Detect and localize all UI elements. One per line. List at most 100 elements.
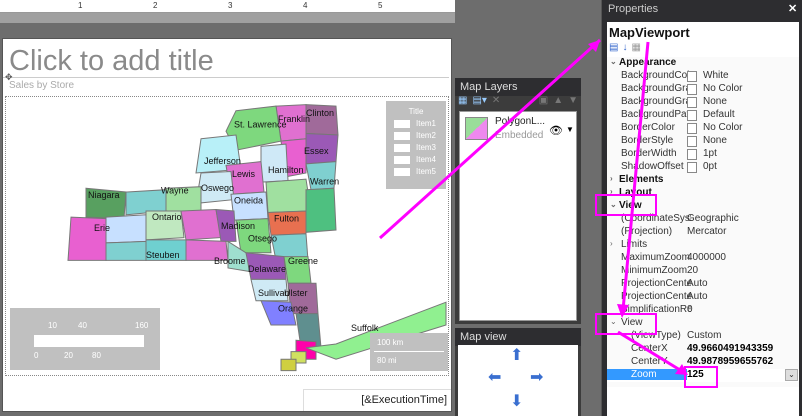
county-label: Niagara [88, 190, 120, 200]
property-value[interactable]: 4000000 [687, 252, 726, 263]
property-row[interactable]: BorderColor No Color [607, 122, 799, 135]
property-value[interactable]: 1pt [703, 148, 717, 159]
map-layers-panel: Map Layers ▦ ▤▾ ✕ ▣ ▲ ▼ PolygonL... Embe… [455, 78, 581, 324]
ruler-tick: 3 [228, 1, 233, 10]
property-row[interactable]: ProjectionCenter)Auto [607, 278, 799, 291]
categorized-icon[interactable]: ▤ [609, 42, 618, 53]
map-view-title: Map view [455, 328, 581, 346]
add-layer-icon[interactable]: ▦ [458, 95, 467, 106]
property-row[interactable]: (Projection) Mercator [607, 226, 799, 239]
distance-scale[interactable]: 100 km 80 mi [370, 333, 448, 371]
report-canvas[interactable]: Click to add title ✥ Sales by Store St. … [2, 38, 452, 412]
county-label: Clinton [306, 108, 334, 118]
layer-properties-icon[interactable]: ▣ [539, 95, 548, 106]
chevron-down-icon[interactable]: ⌄ [610, 57, 617, 66]
move-down-icon[interactable]: ▼ [568, 95, 578, 106]
county-polygon[interactable] [305, 187, 337, 233]
county-polygon[interactable] [265, 178, 312, 214]
title-divider [3, 77, 449, 78]
property-row[interactable]: CenterY 49.9878959655762 [607, 356, 799, 369]
property-category[interactable]: › Layout [607, 187, 799, 200]
legend-swatch [394, 131, 410, 140]
property-value[interactable]: None [703, 135, 727, 146]
property-value[interactable]: Auto [687, 278, 708, 289]
chevron-down-icon[interactable]: ⌄ [610, 317, 617, 326]
property-row[interactable]: CenterX 49.9660491943359 [607, 343, 799, 356]
map-control[interactable]: St. Lawrence Franklin Clinton Essex Jefferso… [5, 96, 449, 376]
property-row[interactable]: BorderWidth 1pt [607, 148, 799, 161]
properties-toolbar: ▤ ↓ ▦ [609, 42, 641, 53]
property-row[interactable]: SimplificationReso0 [607, 304, 799, 317]
property-value[interactable]: 0 [687, 304, 693, 315]
chevron-right-icon[interactable]: › [610, 239, 613, 248]
property-row[interactable]: (CoordinateSysterGeographic [607, 213, 799, 226]
report-title-placeholder[interactable]: Click to add title [9, 45, 214, 78]
property-swatch [687, 162, 697, 173]
property-row[interactable]: MaximumZoom 4000000 [607, 252, 799, 265]
property-category[interactable]: ⌄ View [607, 317, 799, 330]
chevron-down-icon[interactable]: ⌄ [610, 200, 617, 209]
distance-mi: 80 mi [377, 356, 397, 365]
county-label: Erie [94, 223, 110, 233]
dropdown-chevron-icon[interactable]: ⌄ [785, 369, 798, 381]
property-row[interactable]: BackgroundColor White [607, 70, 799, 83]
property-row[interactable]: BackgroundGradi No Color [607, 83, 799, 96]
move-up-icon[interactable]: ▲ [553, 95, 563, 106]
property-row[interactable]: BackgroundPatte Default [607, 109, 799, 122]
property-category[interactable]: › Elements [607, 174, 799, 187]
alphabetical-icon[interactable]: ↓ [622, 42, 627, 53]
property-value[interactable]: Default [703, 109, 735, 120]
chevron-right-icon[interactable]: › [610, 174, 613, 183]
property-value[interactable]: 49.9878959655762 [687, 356, 773, 367]
property-pages-icon[interactable]: ▦ [631, 42, 640, 53]
property-value[interactable]: Auto [687, 291, 708, 302]
color-scale[interactable]: 10 40 160 0 20 80 [10, 308, 160, 370]
layer-wizard-icon[interactable]: ▤▾ [472, 95, 486, 106]
county-polygon[interactable] [180, 208, 222, 241]
property-value[interactable]: Custom [687, 330, 721, 341]
property-category[interactable]: ⌄ View [607, 200, 799, 213]
property-value[interactable]: White [703, 70, 729, 81]
pan-up-icon[interactable]: ⬆ [510, 347, 523, 365]
close-icon[interactable]: ✕ [788, 2, 797, 15]
pan-down-icon[interactable]: ⬇ [510, 393, 523, 411]
property-row[interactable]: Zoom 125 ⌄ [607, 369, 799, 382]
property-value[interactable]: 49.9660491943359 [687, 343, 773, 354]
property-value[interactable]: 20 [687, 265, 698, 276]
county-label: Greene [288, 256, 318, 266]
property-row[interactable]: › Limits [607, 239, 799, 252]
pan-left-icon[interactable]: ⬅ [488, 369, 501, 387]
legend-swatch [394, 143, 410, 152]
property-value[interactable]: No Color [703, 122, 742, 133]
county-polygon[interactable] [105, 214, 147, 244]
county-polygon[interactable] [260, 143, 289, 183]
county-polygon[interactable] [105, 240, 147, 261]
pan-right-icon[interactable]: ➡ [530, 369, 543, 387]
property-value[interactable]: 125 [687, 369, 704, 380]
property-name: Zoom [607, 369, 687, 380]
property-value[interactable]: Geographic [687, 213, 739, 224]
property-value[interactable]: 0pt [703, 161, 717, 172]
property-row[interactable]: ShadowOffset 0pt [607, 161, 799, 174]
property-category[interactable]: ⌄ Appearance [607, 57, 799, 70]
property-row[interactable]: BorderStyle None [607, 135, 799, 148]
visibility-eye-icon[interactable]: 👁 [549, 124, 563, 137]
property-value[interactable]: No Color [703, 83, 742, 94]
polygon-layer-icon [465, 117, 488, 140]
county-polygon[interactable] [280, 358, 297, 372]
property-row[interactable]: ProjectionCenter\ Auto [607, 291, 799, 304]
execution-time-textbox[interactable]: [&ExecutionTime] [303, 389, 451, 411]
property-row[interactable]: MinimumZoom 20 [607, 265, 799, 278]
chevron-right-icon[interactable]: › [610, 187, 613, 196]
layer-menu-chevron-icon[interactable]: ▼ [566, 125, 574, 134]
property-row[interactable]: (ViewType) Custom [607, 330, 799, 343]
property-name: MaximumZoom [621, 252, 690, 263]
map-legend[interactable]: Title Item1 Item2 Item3 Item4 Item5 [386, 101, 446, 189]
layer-item[interactable]: PolygonL... Embedded 👁 ▼ [462, 114, 576, 144]
property-value[interactable]: Mercator [687, 226, 726, 237]
property-name: SimplificationReso [621, 304, 691, 315]
delete-layer-icon[interactable]: ✕ [492, 95, 500, 106]
scale-label-top: 10 [48, 321, 57, 330]
property-value[interactable]: None [703, 96, 727, 107]
property-row[interactable]: BackgroundGradi None [607, 96, 799, 109]
